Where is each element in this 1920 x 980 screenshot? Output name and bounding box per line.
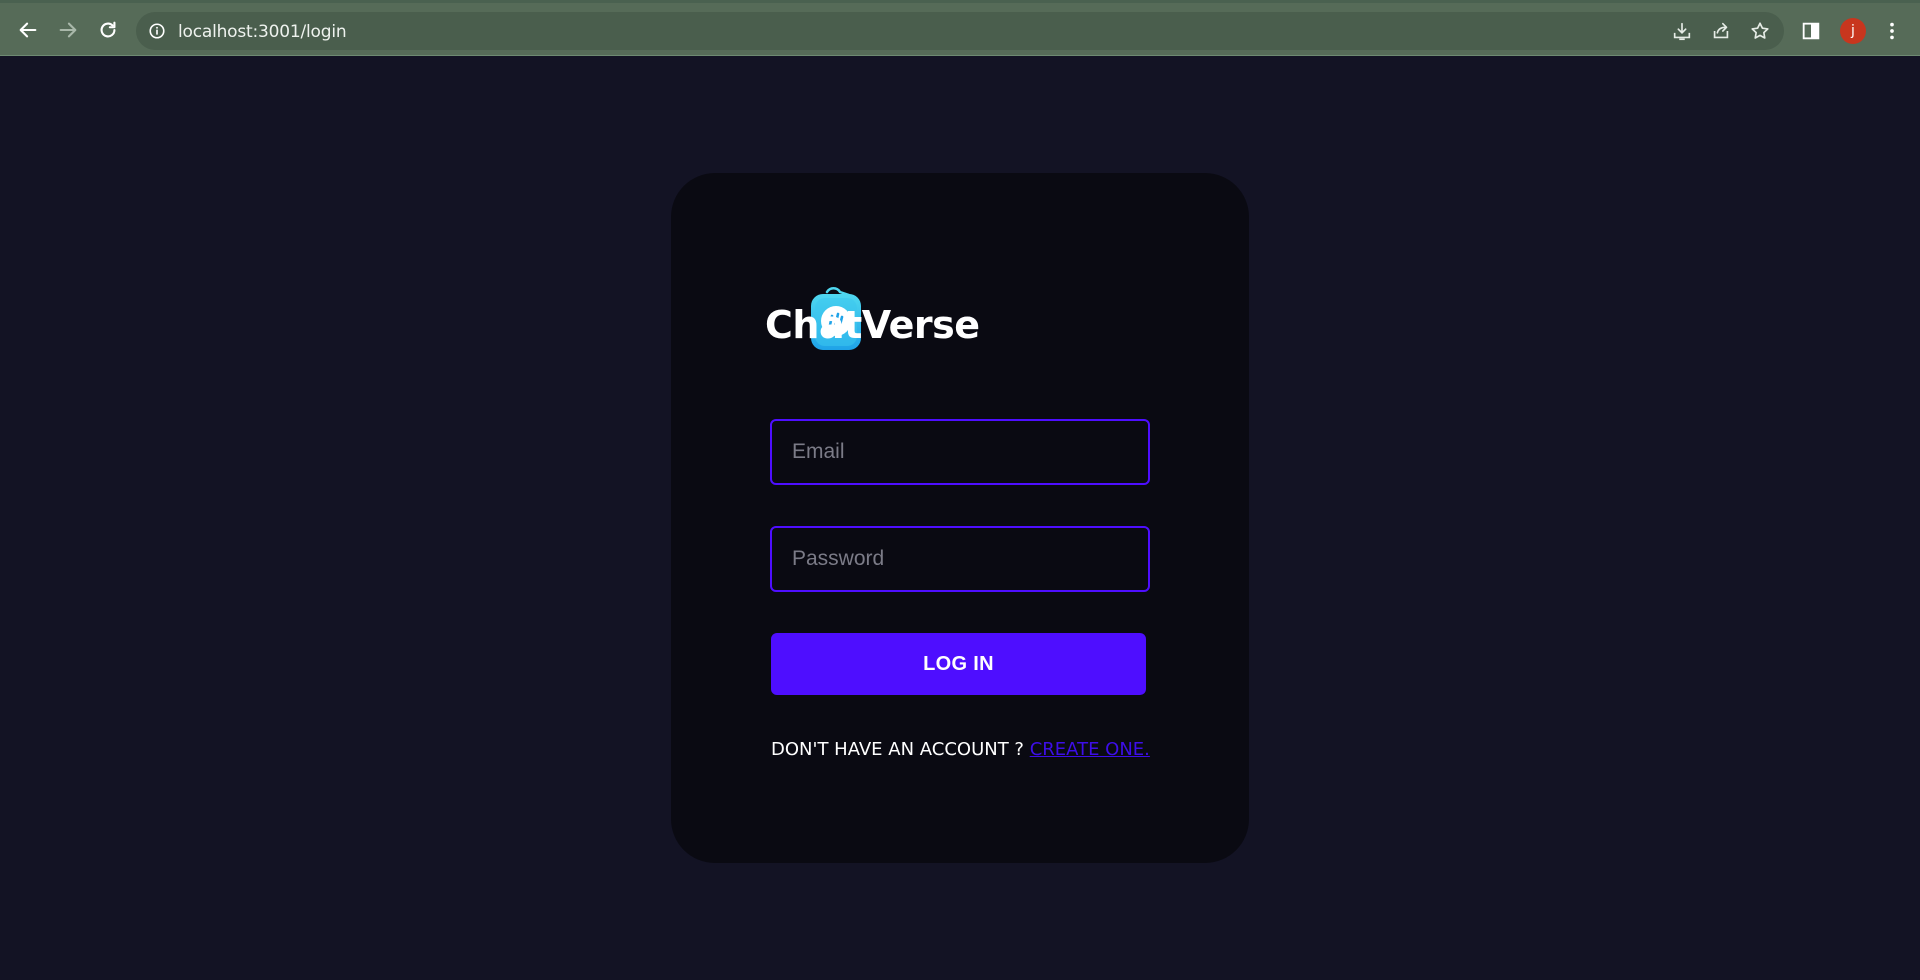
arrow-left-icon xyxy=(19,22,37,38)
kebab-menu-icon[interactable] xyxy=(1881,20,1903,42)
back-button[interactable] xyxy=(15,17,41,43)
arrow-right-icon xyxy=(59,22,77,38)
install-app-icon[interactable] xyxy=(1671,20,1693,42)
side-panel-icon[interactable] xyxy=(1800,20,1822,42)
address-url[interactable]: localhost:3001/login xyxy=(178,22,347,42)
signup-prompt: DON'T HAVE AN ACCOUNT ? CREATE ONE. xyxy=(771,739,1150,760)
info-circle-icon[interactable] xyxy=(148,22,166,40)
email-input[interactable] xyxy=(770,419,1150,485)
create-account-link[interactable]: CREATE ONE. xyxy=(1030,739,1150,760)
password-input[interactable] xyxy=(770,526,1150,592)
share-icon[interactable] xyxy=(1710,20,1732,42)
reload-icon xyxy=(100,21,116,38)
forward-button[interactable] xyxy=(55,17,81,43)
login-button[interactable]: LOG IN xyxy=(771,633,1146,695)
signup-prompt-text: DON'T HAVE AN ACCOUNT ? xyxy=(771,739,1030,760)
brand-name: ChatVerse xyxy=(765,303,980,347)
star-icon[interactable] xyxy=(1749,20,1771,42)
address-bar[interactable]: localhost:3001/login xyxy=(136,12,1784,50)
browser-toolbar: localhost:3001/login j xyxy=(0,0,1920,56)
reload-button[interactable] xyxy=(95,17,121,43)
profile-avatar[interactable]: j xyxy=(1840,18,1866,44)
